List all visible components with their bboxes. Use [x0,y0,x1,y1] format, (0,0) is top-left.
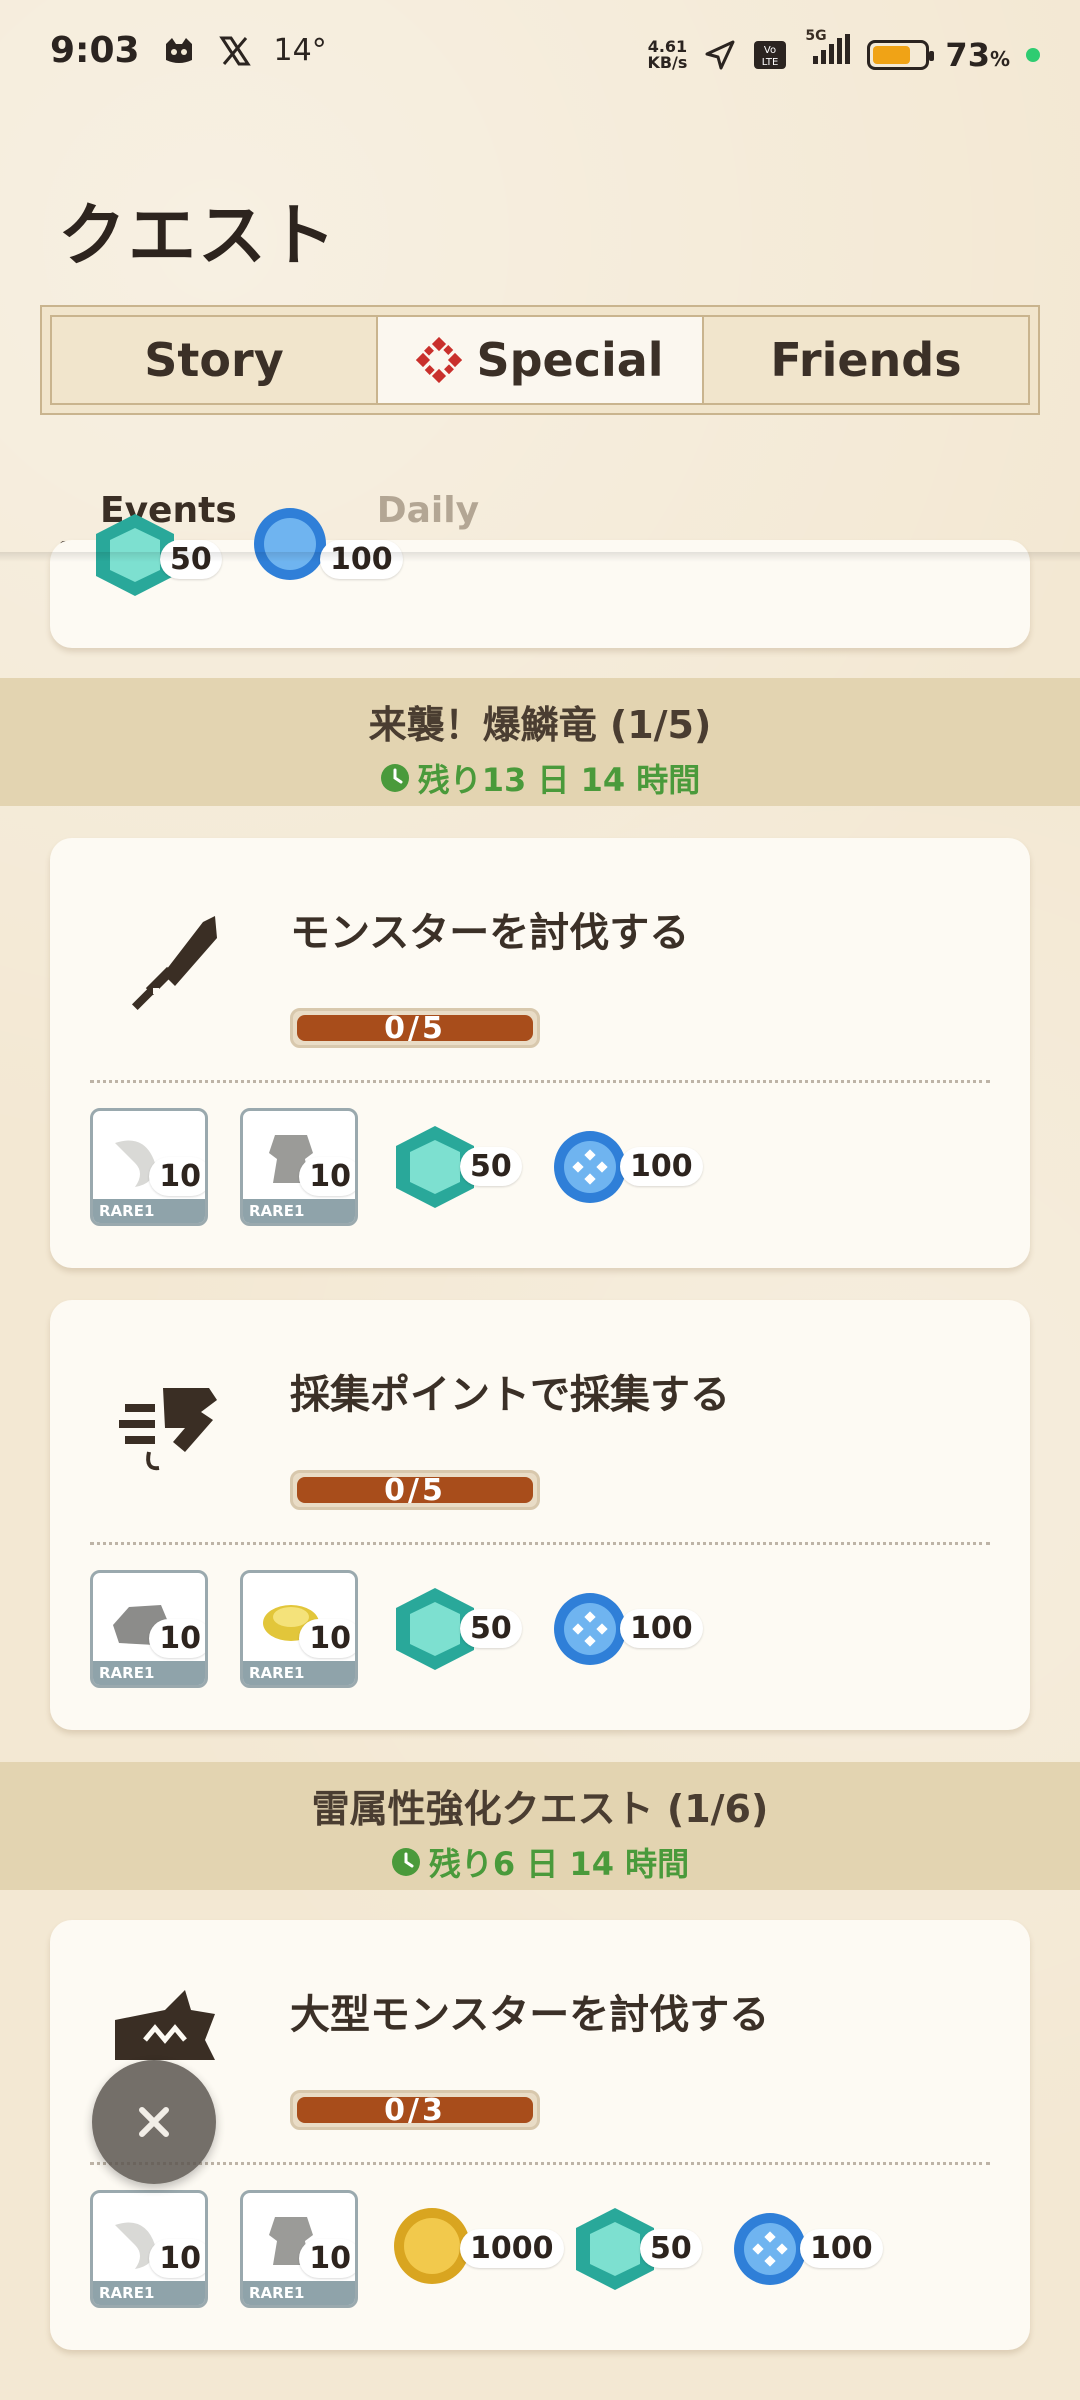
cat-icon [165,37,192,63]
status-bar: 9:03 14° 4.61 KB/s Vo LTE 5G 73% [0,0,1080,110]
quest-card[interactable]: 採集ポイントで採集する 0/5 RARE1 10 RARE1 10 50 100 [50,1300,1030,1730]
clock-icon [380,764,409,792]
section-time-left: 残り13 日 14 時間 [0,755,1080,801]
reward-orb: 100 [550,1117,703,1217]
quest-card[interactable]: モンスターを討伐する 0/5 RARE1 10 RARE1 10 50 100 [50,838,1030,1268]
section-time-left: 残り6 日 14 時間 [0,1839,1080,1885]
quest-title: モンスターを討伐する [290,910,690,956]
tab-special[interactable]: Special [378,317,704,403]
signal-icon: 5G [803,28,851,75]
divider [90,2162,990,2165]
section-title: 来襲！爆鱗竜 (1/5) [368,703,712,747]
svg-text:LTE: LTE [762,57,779,68]
reward-item-hide[interactable]: RARE1 10 [240,2190,358,2308]
close-button[interactable] [92,2060,216,2184]
quest-progress-bar: 0/5 [290,1008,540,1048]
sword-icon [131,916,217,1011]
reward-coin: 1000 [390,2199,564,2299]
location-arrow-icon [705,40,735,69]
special-icon [416,337,463,383]
reward-item-horn[interactable]: RARE1 10 [90,1108,208,1226]
reward-item-bug[interactable]: RARE1 10 [240,1570,358,1688]
x-logo-icon [218,36,251,65]
battery-percent: 73% [945,35,1010,74]
reward-orb: 100 [550,1579,703,1679]
divider [90,1542,990,1545]
rewards-row: RARE1 10 RARE1 10 50 100 [90,1108,710,1226]
reward-item-hide[interactable]: RARE1 10 [240,1108,358,1226]
orb-icon [554,1131,626,1203]
svg-text:Vo: Vo [764,45,776,56]
rewards-row: RARE1 10 RARE1 10 50 100 [90,1570,710,1688]
divider [90,1080,990,1083]
battery-icon [867,39,935,70]
quest-title: 採集ポイントで採集する [290,1372,730,1418]
subtab-daily[interactable]: Daily [337,480,519,549]
net-speed: 4.61 KB/s [647,36,688,72]
privacy-indicator [1026,47,1040,62]
orb-icon [734,2213,806,2285]
close-icon [139,2107,169,2137]
section-title: 雷属性強化クエスト (1/6) [311,1787,769,1831]
rewards-row: RARE1 10 RARE1 10 1000 50 100 [90,2190,890,2308]
volte-icon: VoLTE [754,40,787,69]
reward-gem: 50 [570,2199,720,2299]
gather-icon [119,1388,217,1471]
reward-item-ore[interactable]: RARE1 10 [90,1570,208,1688]
reward-item-horn[interactable]: RARE1 10 [90,2190,208,2308]
status-temperature: 14° [273,33,327,68]
section-header: 雷属性強化クエスト (1/6) 残り6 日 14 時間 [0,1762,1080,1890]
reward-gem: 50 [390,1117,540,1217]
page-title: クエスト [58,197,339,276]
clock-icon [391,1848,420,1876]
quest-title: 大型モンスターを討伐する [290,1992,770,2038]
quest-progress-bar: 0/3 [290,2090,540,2130]
reward-gem: 50 [390,1579,540,1679]
tab-friends[interactable]: Friends [704,317,1028,403]
tab-story[interactable]: Story [52,317,378,403]
orb-icon [554,1593,626,1665]
orb-icon [254,508,326,580]
subtab-shadow [0,552,1080,562]
tab-bar: Story Special Friends [40,305,1040,415]
quest-progress-bar: 0/5 [290,1470,540,1510]
status-time: 9:03 [50,30,140,71]
section-header: 来襲！爆鱗竜 (1/5) 残り13 日 14 時間 [0,678,1080,806]
reward-orb: 100 [730,2199,883,2299]
